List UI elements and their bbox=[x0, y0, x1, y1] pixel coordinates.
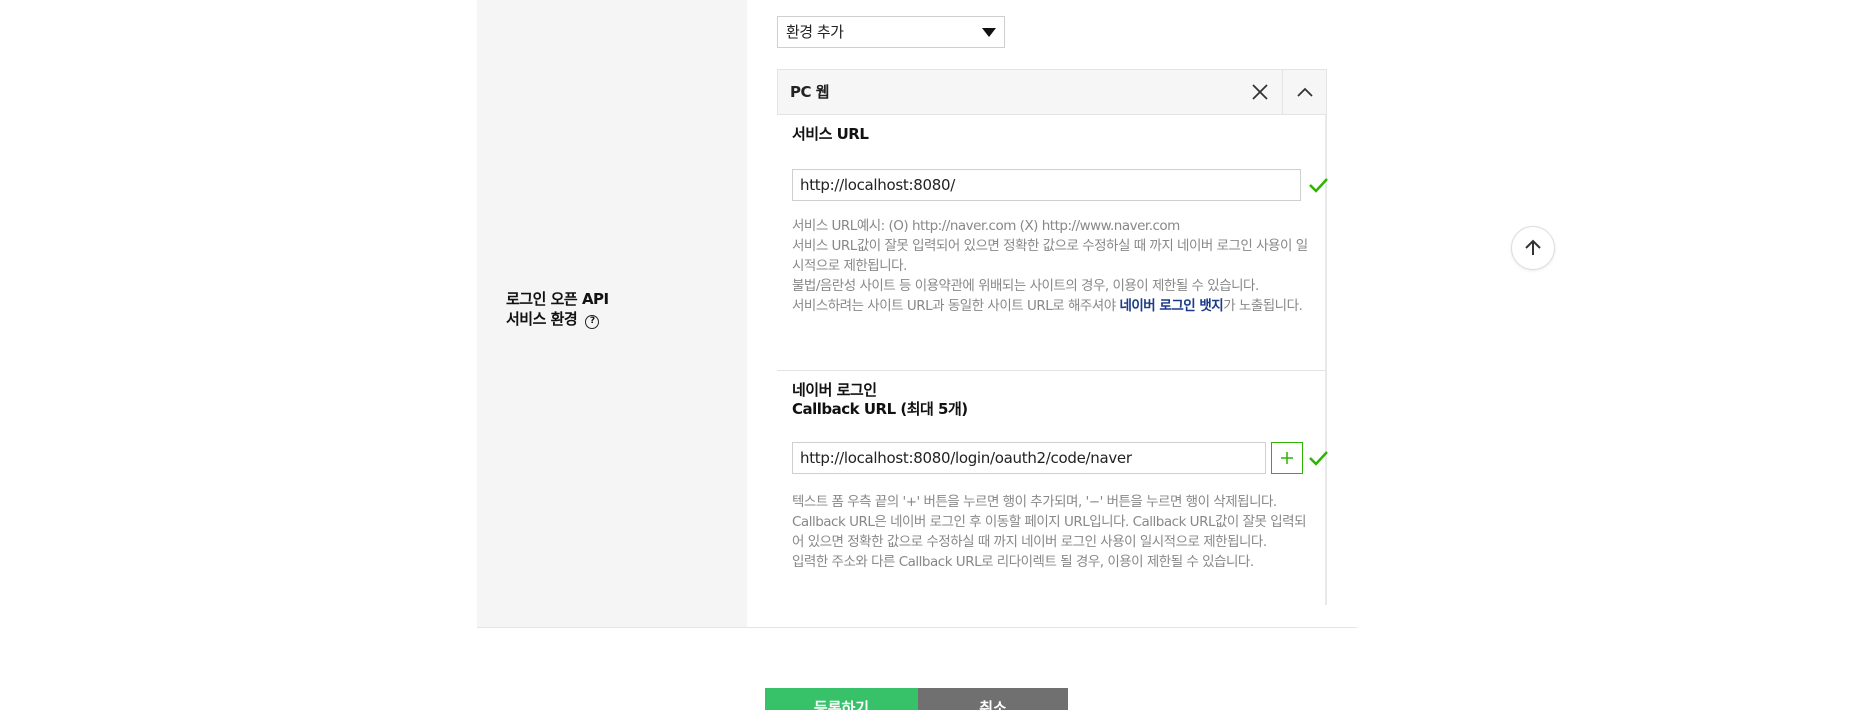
service-url-title: 서비스 URL bbox=[792, 125, 869, 143]
callback-url-input[interactable] bbox=[792, 442, 1266, 474]
section-divider bbox=[777, 370, 1325, 371]
environment-select[interactable]: 환경 추가 bbox=[777, 16, 1005, 48]
callback-url-description: 텍스트 폼 우측 끝의 '+' 버튼을 누르면 행이 추가되며, '−' 버튼을… bbox=[792, 492, 1312, 572]
environment-panel-header: PC 웹 bbox=[777, 69, 1327, 115]
service-url-desc-line: 서비스하려는 사이트 URL과 동일한 사이트 URL로 해주셔야 네이버 로그… bbox=[792, 298, 1303, 314]
environment-select-value: 환경 추가 bbox=[786, 23, 844, 41]
close-icon bbox=[1252, 84, 1268, 100]
service-url-desc-line: 서비스 URL예시: (O) http://naver.com (X) http… bbox=[792, 218, 1180, 234]
field-label-line1: 로그인 오픈 API bbox=[506, 290, 609, 308]
row-divider bbox=[477, 627, 1357, 628]
callback-url-desc-line: 텍스트 폼 우측 끝의 '+' 버튼을 누르면 행이 추가되며, '−' 버튼을… bbox=[792, 494, 1277, 510]
add-callback-url-button[interactable] bbox=[1271, 442, 1303, 474]
remove-environment-button[interactable] bbox=[1238, 70, 1282, 114]
check-icon bbox=[1309, 451, 1328, 466]
panel-title: PC 웹 bbox=[790, 83, 830, 101]
scroll-to-top-button[interactable] bbox=[1511, 226, 1555, 270]
callback-url-desc-line: 입력한 주소와 다른 Callback URL로 리다이렉트 될 경우, 이용이… bbox=[792, 554, 1254, 570]
register-button[interactable]: 등록하기 bbox=[765, 688, 918, 710]
check-icon bbox=[1309, 178, 1328, 193]
plus-icon bbox=[1281, 452, 1293, 464]
callback-url-title: 네이버 로그인 Callback URL (최대 5개) bbox=[792, 381, 968, 418]
callback-url-desc-line: Callback URL은 네이버 로그인 후 이동할 페이지 URL입니다. … bbox=[792, 514, 1307, 550]
service-url-input[interactable] bbox=[792, 169, 1301, 201]
field-label: 로그인 오픈 API 서비스 환경? bbox=[506, 289, 609, 329]
chevron-up-icon bbox=[1296, 87, 1313, 97]
question-circle-icon[interactable]: ? bbox=[585, 314, 600, 329]
service-url-description: 서비스 URL예시: (O) http://naver.com (X) http… bbox=[792, 216, 1312, 316]
arrow-up-icon bbox=[1525, 239, 1541, 255]
naver-login-badge-text: 네이버 로그인 뱃지 bbox=[1119, 298, 1224, 314]
field-label-line2: 서비스 환경 bbox=[506, 310, 578, 328]
environment-panel-body: 서비스 URL 서비스 URL예시: (O) http://naver.com … bbox=[777, 115, 1328, 605]
service-url-desc-line: 불법/음란성 사이트 등 이용약관에 위배되는 사이트의 경우, 이용이 제한될… bbox=[792, 278, 1259, 294]
collapse-panel-button[interactable] bbox=[1282, 70, 1326, 114]
cancel-button[interactable]: 취소 bbox=[918, 688, 1068, 710]
service-url-desc-line: 서비스 URL값이 잘못 입력되어 있으면 정확한 값으로 수정하실 때 까지 … bbox=[792, 238, 1308, 274]
caret-down-icon bbox=[982, 28, 996, 37]
